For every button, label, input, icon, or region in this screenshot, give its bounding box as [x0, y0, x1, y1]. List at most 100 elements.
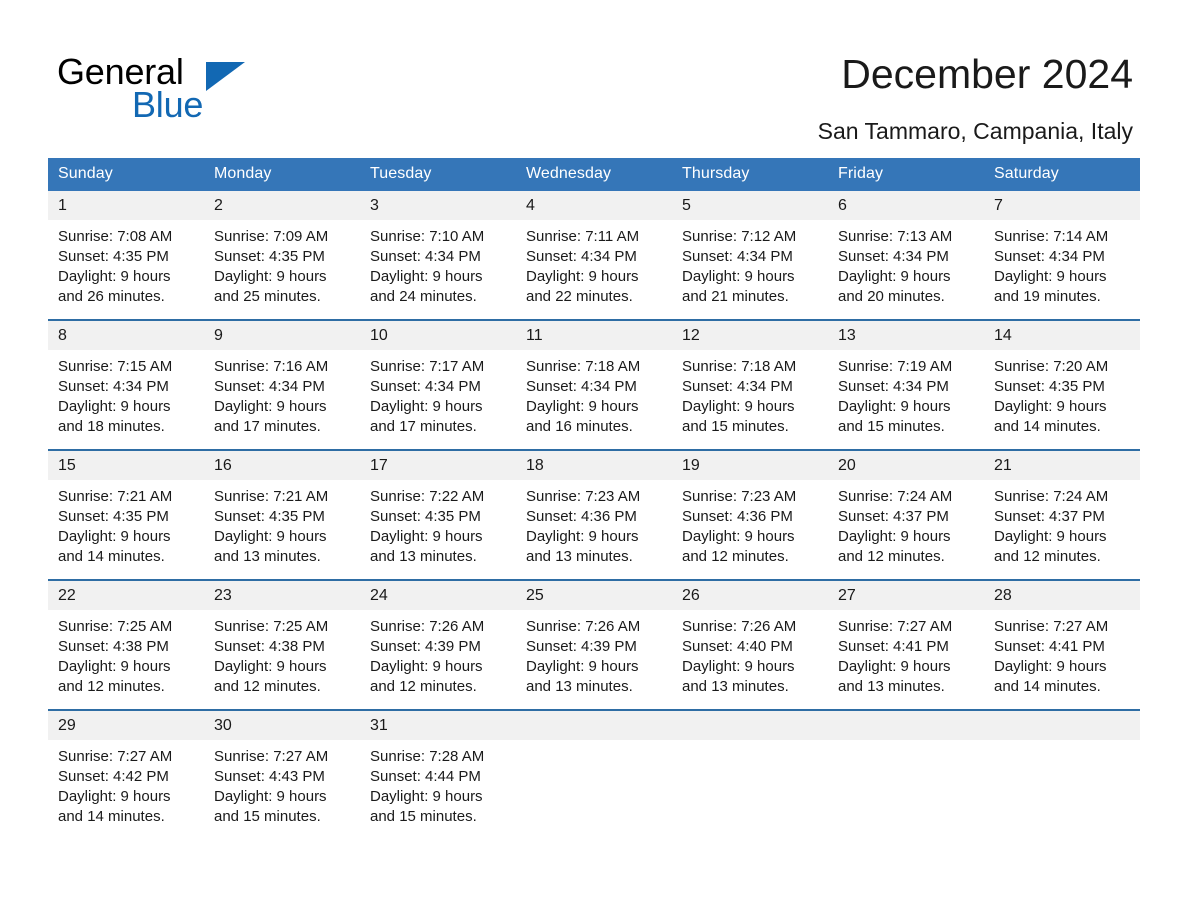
day-number: 18	[516, 451, 672, 480]
daylight-text-line2: and 19 minutes.	[994, 288, 1101, 305]
sunset-text: Sunset: 4:34 PM	[838, 378, 949, 395]
daylight-text-line2: and 13 minutes.	[370, 548, 477, 565]
day-number: 29	[48, 711, 204, 740]
calendar-day-cell[interactable]: 22 Sunrise: 7:25 AM Sunset: 4:38 PM Dayligh…	[48, 579, 204, 710]
day-number	[828, 711, 984, 740]
daylight-text-line2: and 24 minutes.	[370, 288, 477, 305]
day-details: Sunrise: 7:19 AM Sunset: 4:34 PM Daylight:…	[828, 350, 984, 437]
day-details: Sunrise: 7:27 AM Sunset: 4:41 PM Daylight:…	[828, 610, 984, 697]
day-number: 11	[516, 321, 672, 350]
weekday-header-monday: Monday	[204, 158, 360, 191]
daylight-text-line2: and 13 minutes.	[214, 548, 321, 565]
daylight-text-line2: and 13 minutes.	[526, 548, 633, 565]
calendar-day-cell[interactable]: 30 Sunrise: 7:27 AM Sunset: 4:43 PM Dayligh…	[204, 709, 360, 839]
day-number: 13	[828, 321, 984, 350]
calendar-day-cell[interactable]: 18 Sunrise: 7:23 AM Sunset: 4:36 PM Dayligh…	[516, 449, 672, 580]
daylight-text-line1: Daylight: 9 hours	[58, 398, 171, 415]
daylight-text-line2: and 12 minutes.	[370, 678, 477, 695]
calendar-day-cell[interactable]: 5 Sunrise: 7:12 AM Sunset: 4:34 PM Daylight…	[672, 191, 828, 320]
sunrise-text: Sunrise: 7:15 AM	[58, 358, 173, 375]
daylight-text-line1: Daylight: 9 hours	[58, 528, 171, 545]
sunrise-text: Sunrise: 7:12 AM	[682, 228, 797, 245]
daylight-text-line1: Daylight: 9 hours	[994, 658, 1107, 675]
sunset-text: Sunset: 4:35 PM	[58, 248, 169, 265]
daylight-text-line1: Daylight: 9 hours	[838, 268, 951, 285]
calendar-day-cell[interactable]: 25 Sunrise: 7:26 AM Sunset: 4:39 PM Dayligh…	[516, 579, 672, 710]
daylight-text-line1: Daylight: 9 hours	[526, 398, 639, 415]
daylight-text-line1: Daylight: 9 hours	[58, 658, 171, 675]
day-number: 1	[48, 191, 204, 220]
daylight-text-line1: Daylight: 9 hours	[838, 528, 951, 545]
day-details: Sunrise: 7:10 AM Sunset: 4:34 PM Daylight:…	[360, 220, 516, 307]
calendar-day-cell[interactable]: 16 Sunrise: 7:21 AM Sunset: 4:35 PM Dayligh…	[204, 449, 360, 580]
calendar-day-cell[interactable]: 26 Sunrise: 7:26 AM Sunset: 4:40 PM Dayligh…	[672, 579, 828, 710]
daylight-text-line2: and 12 minutes.	[838, 548, 945, 565]
day-number: 24	[360, 581, 516, 610]
weekday-header-sunday: Sunday	[48, 158, 204, 191]
daylight-text-line2: and 21 minutes.	[682, 288, 789, 305]
day-number: 2	[204, 191, 360, 220]
calendar-day-cell[interactable]: 8 Sunrise: 7:15 AM Sunset: 4:34 PM Daylight…	[48, 319, 204, 450]
calendar-day-cell[interactable]: 27 Sunrise: 7:27 AM Sunset: 4:41 PM Dayligh…	[828, 579, 984, 710]
daylight-text-line1: Daylight: 9 hours	[370, 398, 483, 415]
calendar-day-cell[interactable]: 3 Sunrise: 7:10 AM Sunset: 4:34 PM Daylight…	[360, 191, 516, 320]
sunrise-text: Sunrise: 7:09 AM	[214, 228, 329, 245]
general-blue-logo[interactable]: General Blue	[57, 52, 377, 132]
sunset-text: Sunset: 4:35 PM	[994, 378, 1105, 395]
calendar-day-cell[interactable]: 21 Sunrise: 7:24 AM Sunset: 4:37 PM Dayligh…	[984, 449, 1140, 580]
sunrise-text: Sunrise: 7:26 AM	[526, 618, 641, 635]
weekday-header-wednesday: Wednesday	[516, 158, 672, 191]
calendar-day-cell[interactable]: 1 Sunrise: 7:08 AM Sunset: 4:35 PM Daylight…	[48, 191, 204, 320]
calendar-day-cell[interactable]: 13 Sunrise: 7:19 AM Sunset: 4:34 PM Dayligh…	[828, 319, 984, 450]
sunrise-text: Sunrise: 7:28 AM	[370, 748, 485, 765]
sunset-text: Sunset: 4:44 PM	[370, 768, 481, 785]
sunrise-text: Sunrise: 7:27 AM	[994, 618, 1109, 635]
sunrise-text: Sunrise: 7:10 AM	[370, 228, 485, 245]
day-details: Sunrise: 7:08 AM Sunset: 4:35 PM Daylight:…	[48, 220, 204, 307]
calendar-day-cell[interactable]: 11 Sunrise: 7:18 AM Sunset: 4:34 PM Dayligh…	[516, 319, 672, 450]
calendar-day-cell[interactable]: 7 Sunrise: 7:14 AM Sunset: 4:34 PM Daylight…	[984, 191, 1140, 320]
day-details: Sunrise: 7:28 AM Sunset: 4:44 PM Daylight:…	[360, 740, 516, 827]
sunset-text: Sunset: 4:36 PM	[682, 508, 793, 525]
calendar-day-cell[interactable]: 4 Sunrise: 7:11 AM Sunset: 4:34 PM Daylight…	[516, 191, 672, 320]
calendar-day-cell[interactable]: 20 Sunrise: 7:24 AM Sunset: 4:37 PM Dayligh…	[828, 449, 984, 580]
calendar-day-cell[interactable]: 12 Sunrise: 7:18 AM Sunset: 4:34 PM Dayligh…	[672, 319, 828, 450]
daylight-text-line2: and 22 minutes.	[526, 288, 633, 305]
sunset-text: Sunset: 4:38 PM	[58, 638, 169, 655]
day-number: 8	[48, 321, 204, 350]
calendar-day-cell[interactable]: 28 Sunrise: 7:27 AM Sunset: 4:41 PM Dayligh…	[984, 579, 1140, 710]
day-details: Sunrise: 7:11 AM Sunset: 4:34 PM Daylight:…	[516, 220, 672, 307]
daylight-text-line1: Daylight: 9 hours	[214, 398, 327, 415]
daylight-text-line1: Daylight: 9 hours	[370, 788, 483, 805]
calendar-day-cell[interactable]: 2 Sunrise: 7:09 AM Sunset: 4:35 PM Daylight…	[204, 191, 360, 320]
calendar-day-cell[interactable]: 29 Sunrise: 7:27 AM Sunset: 4:42 PM Dayligh…	[48, 709, 204, 839]
calendar-day-cell[interactable]: 31 Sunrise: 7:28 AM Sunset: 4:44 PM Dayligh…	[360, 709, 516, 839]
sunset-text: Sunset: 4:34 PM	[994, 248, 1105, 265]
sunset-text: Sunset: 4:38 PM	[214, 638, 325, 655]
sunrise-text: Sunrise: 7:25 AM	[58, 618, 173, 635]
sunset-text: Sunset: 4:35 PM	[214, 248, 325, 265]
calendar-day-cell[interactable]: 24 Sunrise: 7:26 AM Sunset: 4:39 PM Dayligh…	[360, 579, 516, 710]
calendar-day-cell[interactable]: 19 Sunrise: 7:23 AM Sunset: 4:36 PM Dayligh…	[672, 449, 828, 580]
calendar-day-cell[interactable]: 14 Sunrise: 7:20 AM Sunset: 4:35 PM Dayligh…	[984, 319, 1140, 450]
sunrise-text: Sunrise: 7:27 AM	[214, 748, 329, 765]
daylight-text-line2: and 18 minutes.	[58, 418, 165, 435]
day-number: 28	[984, 581, 1140, 610]
calendar-day-cell[interactable]: 15 Sunrise: 7:21 AM Sunset: 4:35 PM Dayligh…	[48, 449, 204, 580]
day-number: 23	[204, 581, 360, 610]
calendar-day-cell[interactable]: 9 Sunrise: 7:16 AM Sunset: 4:34 PM Daylight…	[204, 319, 360, 450]
calendar-day-cell[interactable]: 17 Sunrise: 7:22 AM Sunset: 4:35 PM Dayligh…	[360, 449, 516, 580]
day-number: 12	[672, 321, 828, 350]
daylight-text-line2: and 13 minutes.	[838, 678, 945, 695]
location-subtitle: San Tammaro, Campania, Italy	[817, 118, 1133, 144]
day-details: Sunrise: 7:22 AM Sunset: 4:35 PM Daylight:…	[360, 480, 516, 567]
calendar-day-cell[interactable]: 6 Sunrise: 7:13 AM Sunset: 4:34 PM Daylight…	[828, 191, 984, 320]
sunrise-text: Sunrise: 7:11 AM	[526, 228, 640, 245]
sunset-text: Sunset: 4:39 PM	[370, 638, 481, 655]
calendar-day-cell[interactable]: 10 Sunrise: 7:17 AM Sunset: 4:34 PM Dayligh…	[360, 319, 516, 450]
calendar-day-cell[interactable]: 23 Sunrise: 7:25 AM Sunset: 4:38 PM Dayligh…	[204, 579, 360, 710]
daylight-text-line2: and 16 minutes.	[526, 418, 633, 435]
sunset-text: Sunset: 4:35 PM	[58, 508, 169, 525]
day-number: 7	[984, 191, 1140, 220]
day-details: Sunrise: 7:26 AM Sunset: 4:40 PM Daylight:…	[672, 610, 828, 697]
